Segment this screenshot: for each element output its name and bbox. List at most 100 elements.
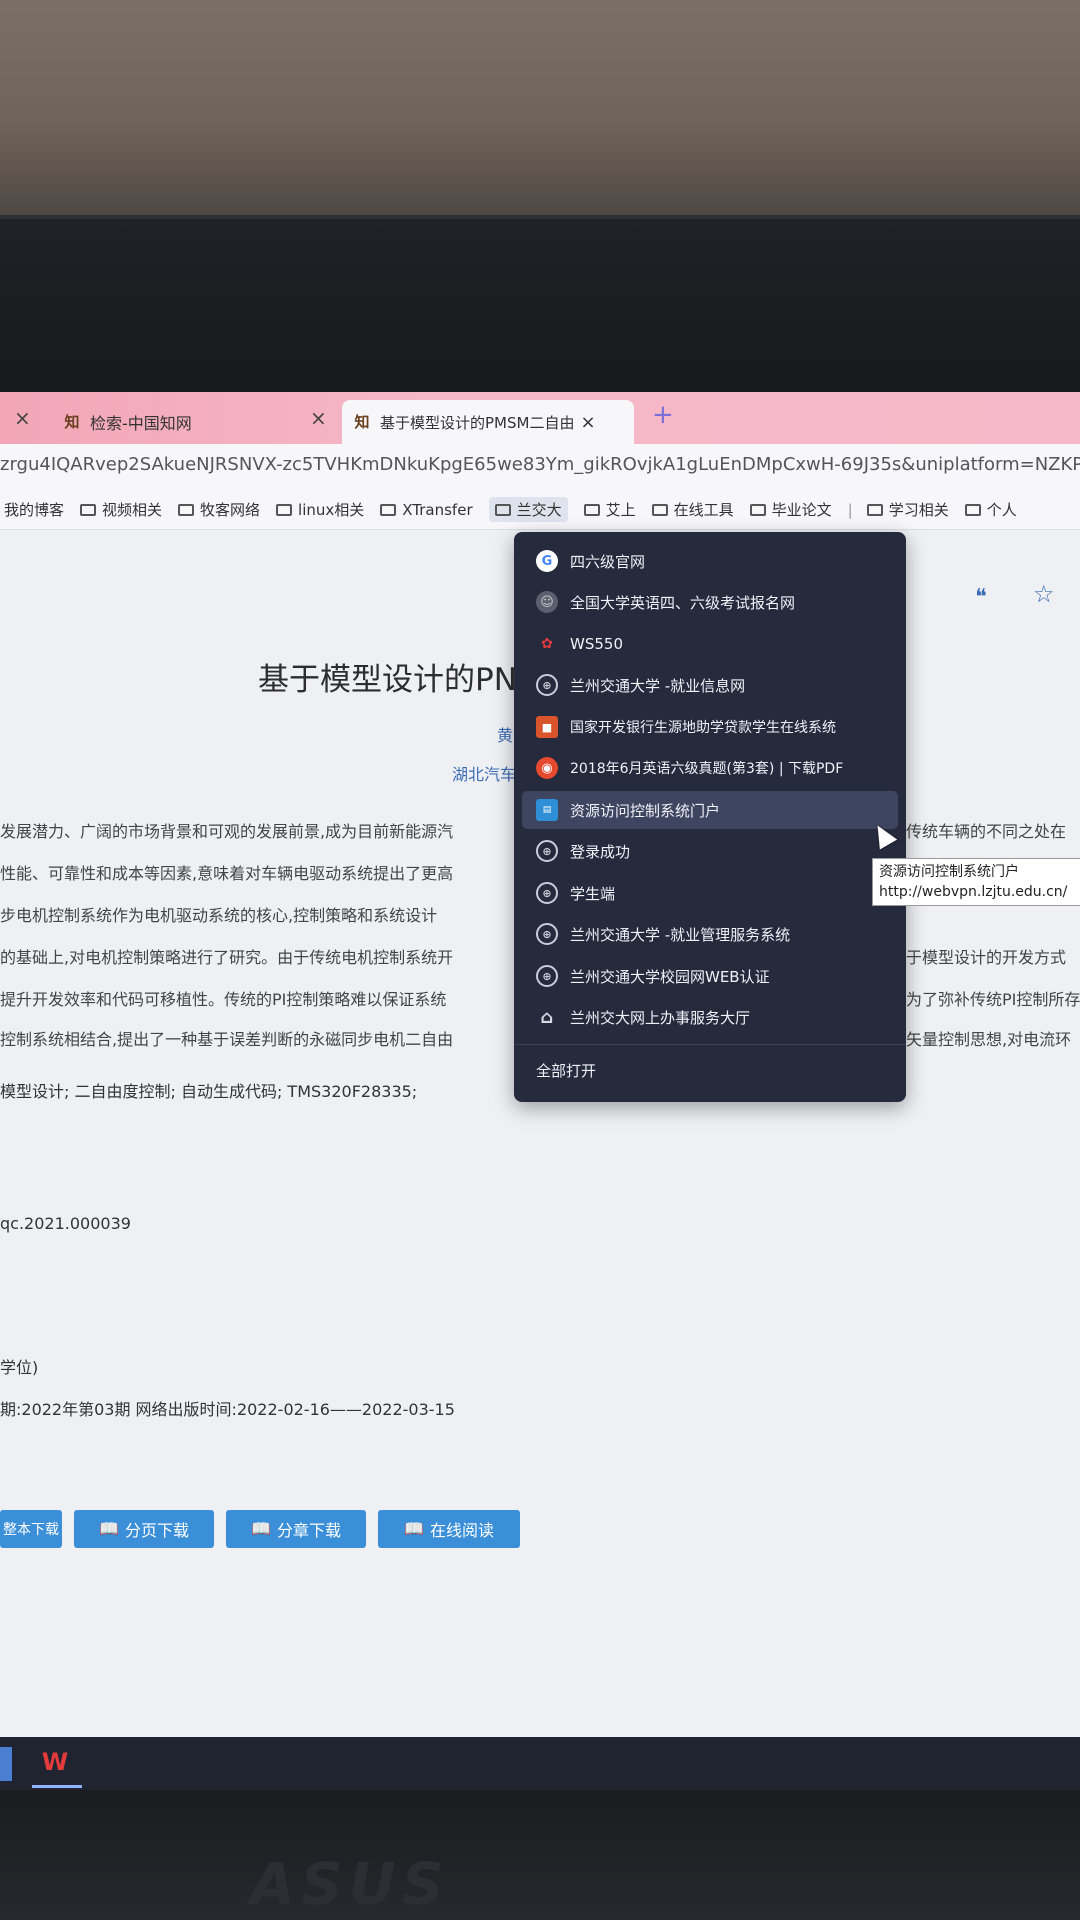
taskbar-app-icon[interactable] <box>0 1747 12 1781</box>
globe-icon: ⊕ <box>536 965 558 987</box>
bookmark-folder-study[interactable]: 学习相关 <box>866 499 949 520</box>
paper-author[interactable]: 黄 <box>497 722 513 746</box>
button-label: 整本下载 <box>3 1521 59 1537</box>
bookmark-divider: | <box>847 500 853 519</box>
degree-fragment: 学位) <box>0 1358 39 1377</box>
paper-affiliation[interactable]: 湖北汽车 <box>452 761 516 785</box>
bookmark-folder-personal[interactable]: 个人 <box>964 499 1017 520</box>
menu-item-ws550[interactable]: ✿ WS550 <box>522 625 898 663</box>
menu-item-label: 兰州交通大学校园网WEB认证 <box>570 967 770 986</box>
url-text: zrgu4IQARvep2SAkueNJRSNVX-zc5TVHKmDNkuKp… <box>0 454 1080 475</box>
menu-item-campus-web-auth[interactable]: ⊕ 兰州交通大学校园网WEB认证 <box>522 957 898 995</box>
bookmark-folder-muke[interactable]: 牧客网络 <box>178 499 260 520</box>
menu-item-cet6-pdf[interactable]: ◉ 2018年6月英语六级真题(第3套) | 下载PDF <box>522 749 898 787</box>
menu-item-label: 四六级官网 <box>570 552 646 571</box>
menu-item-login-success[interactable]: ⊕ 登录成功 <box>522 832 898 870</box>
bookmark-folder-menu: G 四六级官网 ☺ 全国大学英语四、六级考试报名网 ✿ WS550 ⊕ 兰州交通… <box>514 532 906 1102</box>
laptop-bezel-top <box>0 215 1080 561</box>
tooltip-url: http://webvpn.lzjtu.edu.cn/ <box>879 884 1068 900</box>
menu-item-lzjtu-jobs[interactable]: ⊕ 兰州交通大学 -就业信息网 <box>522 666 898 704</box>
abstract-line: 性能、可靠性和成本等因素,意味着对车辆电驱动系统提出了更高 <box>0 864 454 883</box>
close-tab-icon[interactable]: × <box>310 406 327 430</box>
menu-item-cet-registration[interactable]: ☺ 全国大学英语四、六级考试报名网 <box>522 583 898 621</box>
tab-title: 基于模型设计的PMSM二自由 <box>380 413 575 432</box>
bookmark-label: XTransfer <box>402 500 473 519</box>
folder-icon <box>276 503 293 516</box>
bookmark-label: 在线工具 <box>673 501 734 519</box>
bookmark-blog[interactable]: 我的博客 <box>4 499 64 520</box>
background-wall <box>0 0 1080 215</box>
huawei-icon: ✿ <box>541 636 553 652</box>
button-label: 在线阅读 <box>429 1523 494 1540</box>
favorite-star-icon[interactable]: ☆ <box>1033 580 1055 608</box>
menu-item-online-service-hall[interactable]: ⌂ 兰州交大网上办事服务大厅 <box>522 998 898 1036</box>
menu-item-student-loan[interactable]: ■ 国家开发银行生源地助学贷款学生在线系统 <box>522 708 898 746</box>
abstract-line: 的基础上,对电机控制策略进行了研究。由于传统电机控制系统开 <box>0 948 454 967</box>
tab-cnki-search[interactable]: 知 检索-中国知网 <box>52 400 332 444</box>
folder-icon <box>178 503 195 516</box>
cnki-favicon-icon: 知 <box>64 413 80 431</box>
menu-item-label: 学生端 <box>570 884 616 903</box>
button-label: 分章下载 <box>276 1523 341 1540</box>
new-tab-button[interactable]: + <box>652 400 674 430</box>
bookmark-folder-xtransfer[interactable]: XTransfer <box>380 500 473 519</box>
book-icon: 📖 <box>99 1521 119 1538</box>
globe-icon: ⊕ <box>536 923 558 945</box>
button-label: 分页下载 <box>124 1523 189 1540</box>
menu-item-student-portal[interactable]: ⊕ 学生端 <box>522 874 898 912</box>
cnki-favicon-icon: 知 <box>354 413 370 431</box>
globe-icon: ⊕ <box>536 674 558 696</box>
menu-item-label: 资源访问控制系统门户 <box>570 801 721 820</box>
open-all-button[interactable]: 全部打开 <box>536 1060 596 1081</box>
bookmarks-bar: 我的博客 视频相关 牧客网络 linux相关 XTransfer 兰交大 艾上 … <box>0 490 1080 530</box>
address-bar[interactable]: zrgu4IQARvep2SAkueNJRSNVX-zc5TVHKmDNkuKp… <box>0 444 1080 490</box>
bookmark-label: 视频相关 <box>102 501 163 519</box>
bookmark-folder-tools[interactable]: 在线工具 <box>651 499 734 520</box>
portal-icon: ▤ <box>536 799 558 821</box>
menu-item-webvpn-portal[interactable]: ▤ 资源访问控制系统门户 <box>522 791 898 829</box>
home-icon: ⌂ <box>540 1006 554 1028</box>
doi: qc.2021.000039 <box>0 1214 131 1233</box>
bookmark-folder-thesis[interactable]: 毕业论文 <box>749 499 832 520</box>
bookmark-label: 个人 <box>986 501 1017 519</box>
menu-item-employment-system[interactable]: ⊕ 兰州交通大学 -就业管理服务系统 <box>522 915 898 953</box>
keywords[interactable]: 模型设计; 二自由度控制; 自动生成代码; TMS320F28335; <box>0 1078 417 1102</box>
abstract-line: 发展潜力、广阔的市场背景和可观的发展前景,成为目前新能源汽 <box>0 822 454 841</box>
folder-icon <box>749 503 766 516</box>
folder-icon <box>651 503 668 516</box>
chapter-download-button[interactable]: 📖 分章下载 <box>226 1510 366 1548</box>
paper-title: 基于模型设计的PN <box>258 662 517 698</box>
page-download-button[interactable]: 📖 分页下载 <box>74 1510 214 1548</box>
bookmark-label: 毕业论文 <box>771 501 832 519</box>
tab-paper[interactable]: 知 基于模型设计的PMSM二自由 × <box>342 400 634 444</box>
abstract-line: 步电机控制系统作为电机驱动系统的核心,控制策略和系统设计 <box>0 906 438 925</box>
wps-icon[interactable]: W <box>38 1745 72 1779</box>
browser-screen: × 知 检索-中国知网 × 知 基于模型设计的PMSM二自由 × + zrgu4… <box>0 392 1080 1792</box>
menu-item-cet-official[interactable]: G 四六级官网 <box>522 542 898 580</box>
whole-download-button[interactable]: 整本下载 <box>0 1510 62 1548</box>
folder-icon <box>583 503 600 516</box>
abstract-line-right: 矢量控制思想,对电流环 <box>906 1030 1072 1049</box>
laptop-bezel-bottom <box>0 1790 1080 1920</box>
bookmark-folder-video[interactable]: 视频相关 <box>80 499 162 520</box>
publish-period: 期:2022年第03期 网络出版时间:2022-02-16——2022-03-1… <box>0 1400 455 1419</box>
bookmark-folder-aishang[interactable]: 艾上 <box>583 499 636 520</box>
menu-item-label: 国家开发银行生源地助学贷款学生在线系统 <box>570 720 836 736</box>
bookmark-folder-lanjiaoda[interactable]: 兰交大 <box>488 497 568 522</box>
folder-icon <box>964 503 981 516</box>
bookmark-folder-linux[interactable]: linux相关 <box>276 499 364 520</box>
tooltip-title: 资源访问控制系统门户 <box>879 864 1019 880</box>
abstract-line-right: 传统车辆的不同之处在 <box>906 822 1067 841</box>
close-tab-icon[interactable]: × <box>580 412 595 433</box>
online-read-button[interactable]: 📖 在线阅读 <box>378 1510 520 1548</box>
globe-icon: ⊕ <box>536 840 558 862</box>
cite-icon[interactable]: ❝ <box>975 585 987 610</box>
close-tab-icon[interactable]: × <box>14 406 31 430</box>
tab-bar: × 知 检索-中国知网 × 知 基于模型设计的PMSM二自由 × + <box>0 392 1080 444</box>
bookmark-tooltip: 资源访问控制系统门户 http://webvpn.lzjtu.edu.cn/ <box>872 858 1080 906</box>
folder-icon <box>494 503 511 516</box>
folder-icon <box>380 503 397 516</box>
abstract-line: 控制系统相结合,提出了一种基于误差判断的永磁同步电机二自由 <box>0 1030 454 1049</box>
folder-icon <box>80 503 97 516</box>
menu-item-label: 兰州交通大学 -就业信息网 <box>570 676 746 695</box>
